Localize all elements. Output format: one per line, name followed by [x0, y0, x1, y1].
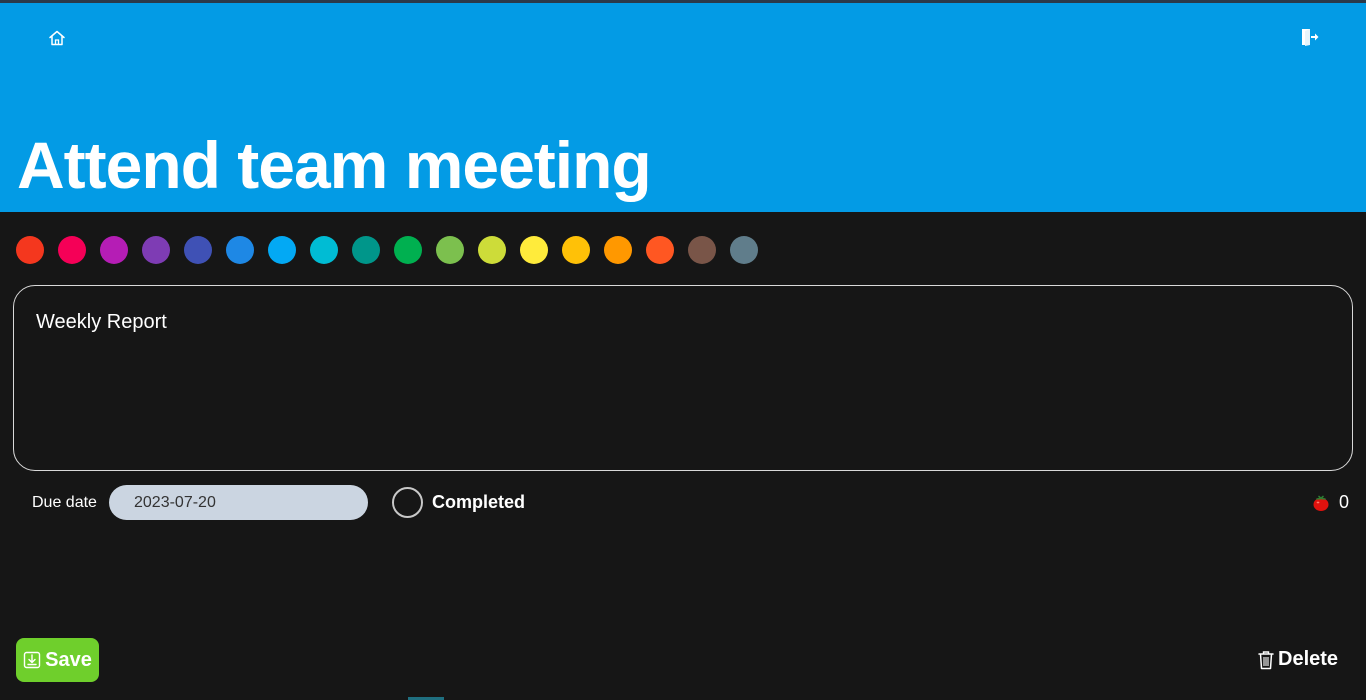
- color-swatch-14[interactable]: [562, 236, 590, 264]
- save-label: Save: [45, 648, 92, 671]
- notes-textarea[interactable]: Weekly Report: [13, 285, 1353, 471]
- delete-label: Delete: [1278, 648, 1339, 670]
- color-swatch-16[interactable]: [646, 236, 674, 264]
- completed-toggle[interactable]: Completed: [392, 487, 525, 518]
- task-meta-row: Due date Completed 0: [0, 484, 1366, 522]
- logout-button[interactable]: [1297, 25, 1321, 49]
- color-swatch-10[interactable]: [394, 236, 422, 264]
- completed-label: Completed: [432, 492, 526, 512]
- color-swatch-8[interactable]: [310, 236, 338, 264]
- color-swatch-5[interactable]: [184, 236, 212, 264]
- due-date-input[interactable]: [109, 485, 368, 520]
- logout-icon: [1302, 29, 1319, 46]
- task-title: Attend team meeting: [17, 128, 652, 202]
- color-swatch-9[interactable]: [352, 236, 380, 264]
- home-button[interactable]: [46, 27, 68, 49]
- color-swatch-2[interactable]: [58, 236, 86, 264]
- trash-icon: [1258, 650, 1274, 669]
- tomato-icon: [1313, 495, 1329, 511]
- color-swatch-11[interactable]: [436, 236, 464, 264]
- pomodoro-count: 0: [1339, 492, 1350, 512]
- color-palette: [16, 236, 758, 264]
- color-swatch-18[interactable]: [730, 236, 758, 264]
- home-icon: [49, 30, 65, 46]
- color-swatch-7[interactable]: [268, 236, 296, 264]
- pomodoro-counter: 0: [1312, 492, 1349, 513]
- color-swatch-1[interactable]: [16, 236, 44, 264]
- save-icon: [23, 651, 41, 669]
- completed-checkbox[interactable]: [392, 487, 423, 518]
- color-swatch-4[interactable]: [142, 236, 170, 264]
- color-swatch-17[interactable]: [688, 236, 716, 264]
- color-swatch-3[interactable]: [100, 236, 128, 264]
- color-swatch-6[interactable]: [226, 236, 254, 264]
- color-swatch-15[interactable]: [604, 236, 632, 264]
- color-swatch-12[interactable]: [478, 236, 506, 264]
- delete-button[interactable]: Delete: [1258, 648, 1338, 671]
- due-date-label: Due date: [32, 494, 97, 511]
- color-swatch-13[interactable]: [520, 236, 548, 264]
- save-button[interactable]: Save: [16, 638, 99, 682]
- task-header: Attend team meeting: [0, 3, 1366, 212]
